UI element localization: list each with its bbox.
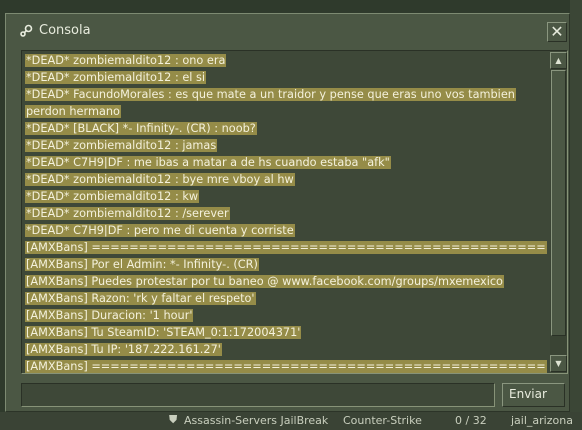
log-lines: *DEAD* zombiemaldito12 : ono era *DEAD* z… — [25, 52, 547, 373]
window-title: Consola — [39, 23, 91, 38]
log-line-text: *DEAD* [BLACK] *- Infinity-. (CR) : noob… — [25, 122, 257, 135]
log-line: *DEAD* zombiemaldito12 : el si — [25, 69, 547, 86]
log-line: [AMXBans] Por el Admin: *- Infinity-. (C… — [25, 256, 547, 273]
log-line-text: [AMXBans] Duracion: '1 hour' — [25, 309, 194, 322]
log-line: perdon hermano — [25, 103, 547, 120]
log-line: *DEAD* C7H9|DF : pero me di cuenta y cor… — [25, 222, 547, 239]
log-line-text: [AMXBans] Razon: 'rk y faltar el respeto… — [25, 292, 256, 305]
log-line: [AMXBans] Tu SteamID: 'STEAM_0:1:1720043… — [25, 324, 547, 341]
log-line-text: [AMXBans] ==============================… — [25, 241, 547, 254]
scroll-down-button[interactable]: ▼ — [550, 355, 567, 372]
log-line-text: *DEAD* zombiemaldito12 : el si — [25, 71, 207, 84]
scroll-thumb[interactable] — [551, 70, 566, 336]
log-line: [AMXBans] ==============================… — [25, 358, 547, 373]
log-line: *DEAD* zombiemaldito12 : jamas — [25, 137, 547, 154]
send-button-label: Enviar — [509, 387, 547, 401]
log-line-text: [AMXBans] Puedes protestar por tu baneo … — [25, 275, 504, 288]
server-game: Counter-Strike — [343, 414, 422, 427]
arrow-up-icon: ▲ — [555, 56, 562, 65]
background-panel — [570, 0, 582, 430]
log-line: [AMXBans] Duracion: '1 hour' — [25, 307, 547, 324]
close-icon: ✕ — [550, 22, 564, 41]
title-bar[interactable]: Consola ✕ — [6, 14, 569, 50]
log-line: *DEAD* zombiemaldito12 : bye mre vboy al… — [25, 171, 547, 188]
log-line: *DEAD* C7H9|DF : me ibas a matar a de hs… — [25, 154, 547, 171]
log-line: *DEAD* FacundoMorales : es que mate a un… — [25, 86, 547, 103]
log-line: [AMXBans] ==============================… — [25, 239, 547, 256]
log-line-text: *DEAD* FacundoMorales : es que mate a un… — [25, 88, 516, 101]
log-line-text: *DEAD* zombiemaldito12 : ono era — [25, 54, 227, 67]
send-button[interactable]: Enviar — [502, 383, 565, 407]
scroll-track[interactable] — [550, 69, 567, 355]
console-output[interactable]: *DEAD* zombiemaldito12 : ono era *DEAD* z… — [21, 50, 568, 374]
server-map: jail_arizona — [511, 414, 573, 427]
server-list-row[interactable]: ⛊ Assassin-Servers JailBreak Counter-Str… — [0, 412, 582, 430]
vertical-scrollbar[interactable]: ▲ ▼ — [550, 52, 567, 372]
log-line-text: [AMXBans] ==============================… — [25, 360, 547, 373]
log-line-text: *DEAD* zombiemaldito12 : kw — [25, 190, 200, 203]
log-line: [AMXBans] Puedes protestar por tu baneo … — [25, 273, 547, 290]
shield-icon: ⛊ — [169, 413, 178, 426]
log-line-text: *DEAD* C7H9|DF : me ibas a matar a de hs… — [25, 156, 391, 169]
server-name: Assassin-Servers JailBreak — [184, 414, 329, 427]
command-input[interactable] — [21, 383, 495, 407]
server-players: 0 / 32 — [455, 414, 487, 427]
log-line: *DEAD* [BLACK] *- Infinity-. (CR) : noob… — [25, 120, 547, 137]
log-line: *DEAD* zombiemaldito12 : kw — [25, 188, 547, 205]
console-window: Consola ✕ *DEAD* zombiemaldito12 : ono e… — [5, 13, 570, 412]
log-line: [AMXBans] Razon: 'rk y faltar el respeto… — [25, 290, 547, 307]
log-line: *DEAD* zombiemaldito12 : /serever — [25, 205, 547, 222]
scroll-up-button[interactable]: ▲ — [550, 52, 567, 69]
log-line-text: *DEAD* zombiemaldito12 : jamas — [25, 139, 218, 152]
log-line-text: [AMXBans] Tu IP: '187.222.161.27' — [25, 343, 222, 356]
steam-icon — [19, 24, 33, 38]
log-line-text: perdon hermano — [25, 105, 121, 118]
log-line: *DEAD* zombiemaldito12 : ono era — [25, 52, 547, 69]
log-line-text: [AMXBans] Por el Admin: *- Infinity-. (C… — [25, 258, 259, 271]
arrow-down-icon: ▼ — [555, 359, 562, 368]
log-line-text: [AMXBans] Tu SteamID: 'STEAM_0:1:1720043… — [25, 326, 302, 339]
log-line: [AMXBans] Tu IP: '187.222.161.27' — [25, 341, 547, 358]
log-line-text: *DEAD* zombiemaldito12 : /serever — [25, 207, 230, 220]
close-button[interactable]: ✕ — [547, 22, 567, 42]
log-line-text: *DEAD* C7H9|DF : pero me di cuenta y cor… — [25, 224, 295, 237]
log-line-text: *DEAD* zombiemaldito12 : bye mre vboy al… — [25, 173, 295, 186]
